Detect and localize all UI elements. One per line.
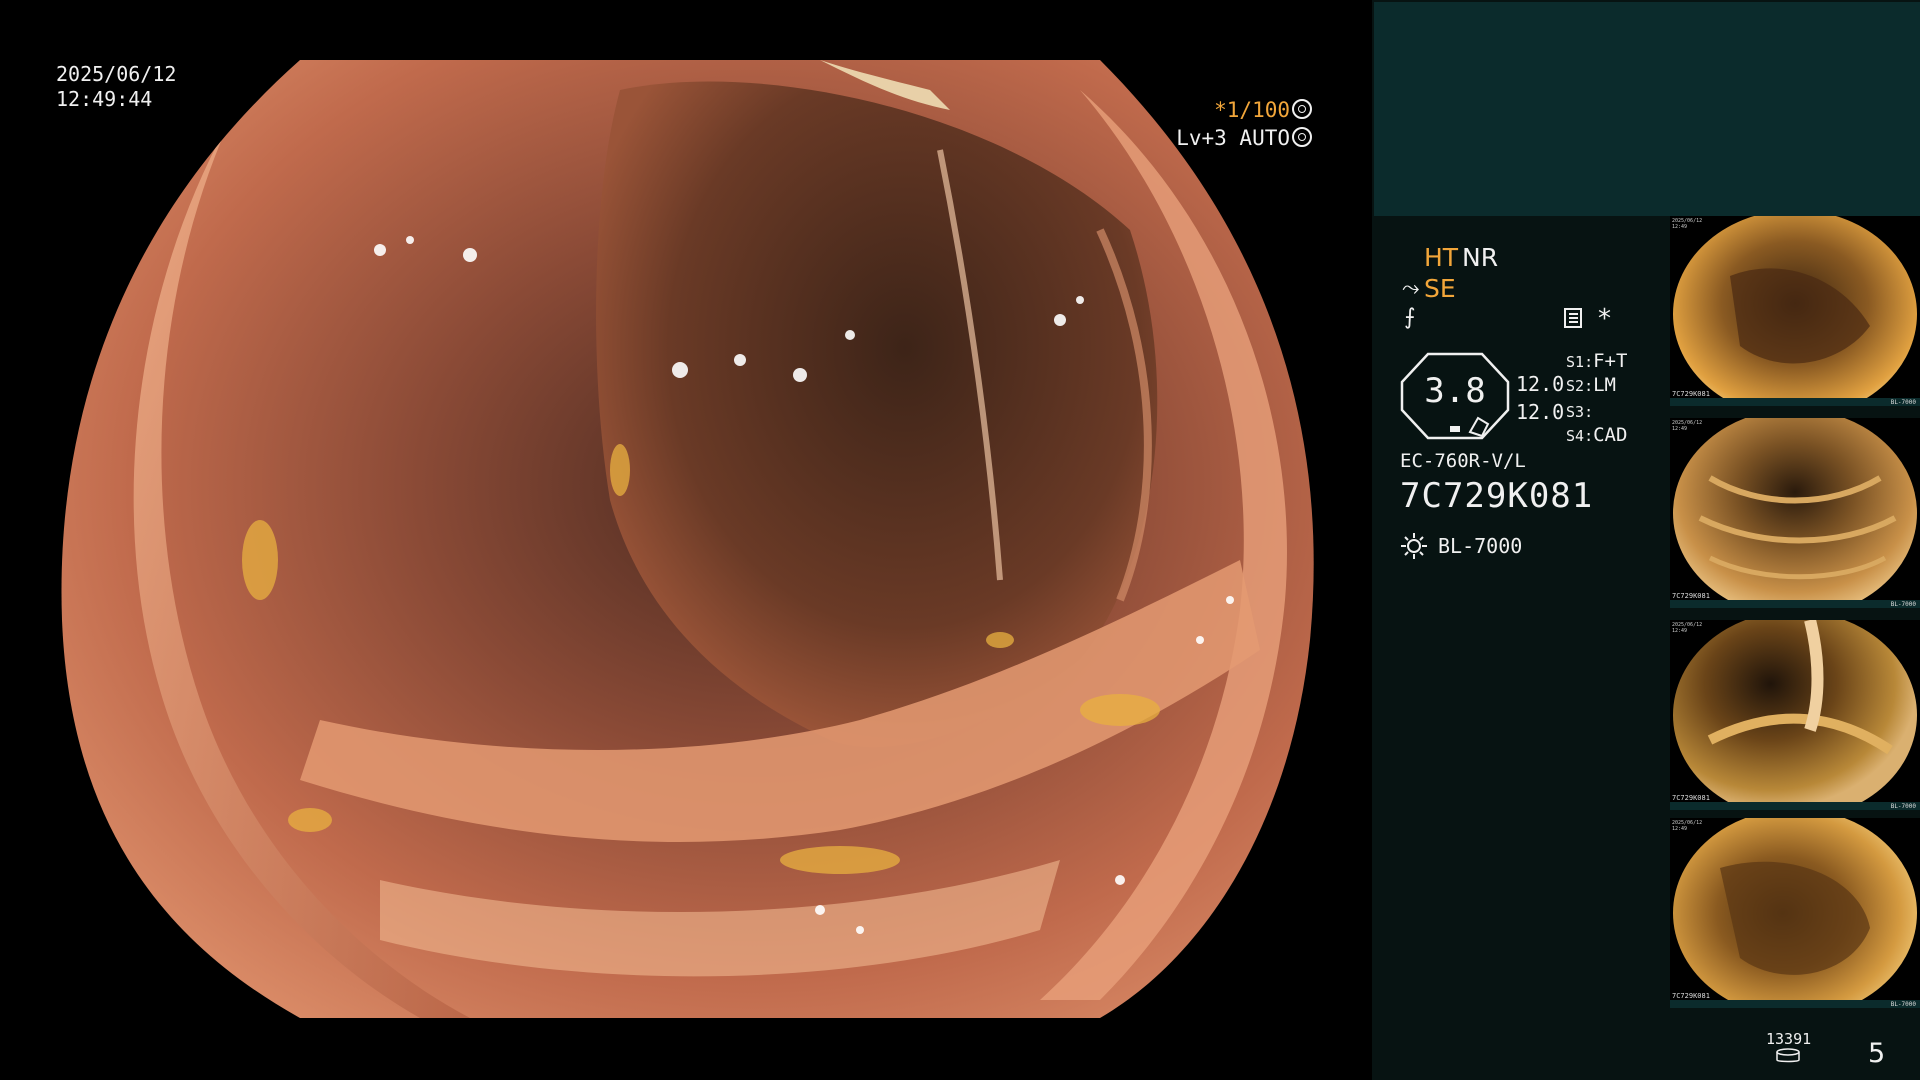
thumbnail-caption2: BL-7000: [1890, 399, 1916, 406]
exposure-mode: AUTO: [1239, 126, 1290, 150]
nr-indicator: NR: [1462, 243, 1499, 272]
main-value: 3.8: [1424, 371, 1486, 411]
thumbnail-caption2: BL-7000: [1890, 803, 1916, 810]
light-source-icon: [1401, 533, 1427, 559]
s3-setting: S3:: [1566, 403, 1594, 421]
thumbnail-bar: [1670, 1000, 1920, 1008]
thumbnail-caption2: BL-7000: [1890, 1001, 1916, 1008]
date-time-readout: 2025/06/12 12:49:44: [56, 62, 176, 112]
thumbnail-2[interactable]: 2025/06/12 12:49 7C729K081 BL-7000: [1670, 418, 1920, 608]
thumbnail-corner-text: 2025/06/12 12:49: [1672, 820, 1703, 832]
endoscope-view: 2025/06/12 12:49:44 *1/100 Lv+3 AUTO: [0, 0, 1372, 1080]
thumbnail-1[interactable]: 2025/06/12 12:49 7C729K081 BL-7000: [1670, 216, 1920, 406]
shutter-speed: *1/100: [1214, 98, 1290, 122]
thumbnail-caption: 7C729K081: [1672, 592, 1710, 600]
thumbnail-corner-text: 2025/06/12 12:49: [1672, 622, 1703, 634]
thumbnail-caption2: BL-7000: [1890, 601, 1916, 608]
thumbnail-image: [1673, 620, 1917, 810]
thumbnail-corner-text: 2025/06/12 12:49: [1672, 420, 1703, 432]
scope-model: EC-760R-V/L: [1400, 450, 1526, 472]
endoscopic-image: [61, 60, 1314, 1018]
page-number: 5: [1868, 1038, 1886, 1069]
settings-list-icon: [1564, 308, 1582, 328]
thumbnail-image: [1673, 418, 1917, 608]
freeze-icon: ⨍: [1404, 305, 1416, 330]
s2-setting: S2:LM: [1566, 374, 1616, 396]
value-b: 12.0: [1516, 400, 1565, 424]
thumbnail-4[interactable]: 2025/06/12 12:49 7C729K081 BL-7000: [1670, 818, 1920, 1008]
thumbnail-image: [1673, 216, 1917, 406]
storage-disk-icon: [1776, 1048, 1800, 1063]
thumbnail-image: [1673, 818, 1917, 1008]
auto-gear-icon: [1292, 127, 1312, 147]
thumbnail-3[interactable]: 2025/06/12 12:49 7C729K081 BL-7000: [1670, 620, 1920, 810]
shutter-gear-icon: [1292, 99, 1312, 119]
thumbnail-corner-text: 2025/06/12 12:49: [1672, 218, 1703, 230]
thumbnail-bar: [1670, 600, 1920, 608]
thumbnail-bar: [1670, 802, 1920, 810]
thumbnail-caption: 7C729K081: [1672, 794, 1710, 802]
exposure-readout: Lv+3 AUTO: [1176, 126, 1312, 151]
s4-setting: S4:CAD: [1566, 424, 1628, 446]
image-count: 13391: [1766, 1030, 1812, 1048]
thumbnail-bar: [1670, 398, 1920, 406]
thumbnail-caption: 7C729K081: [1672, 390, 1710, 398]
star-indicator: *: [1598, 304, 1611, 334]
thumbnail-caption: 7C729K081: [1672, 992, 1710, 1000]
scope-tip-icon: ⤳: [1402, 276, 1420, 301]
date-label: 2025/06/12: [56, 62, 177, 86]
ht-indicator: HT: [1424, 243, 1459, 272]
info-panel-header: [1374, 2, 1920, 216]
scope-serial: 7C729K081: [1400, 476, 1594, 516]
shutter-readout: *1/100: [1214, 98, 1312, 123]
time-label: 12:49:44: [56, 87, 153, 111]
se-indicator: SE: [1424, 274, 1456, 303]
light-source-label: BL-7000: [1438, 534, 1523, 558]
exposure-level: Lv+3: [1176, 126, 1227, 150]
s1-setting: S1:F+T: [1566, 350, 1628, 372]
value-a: 12.0: [1516, 372, 1565, 396]
